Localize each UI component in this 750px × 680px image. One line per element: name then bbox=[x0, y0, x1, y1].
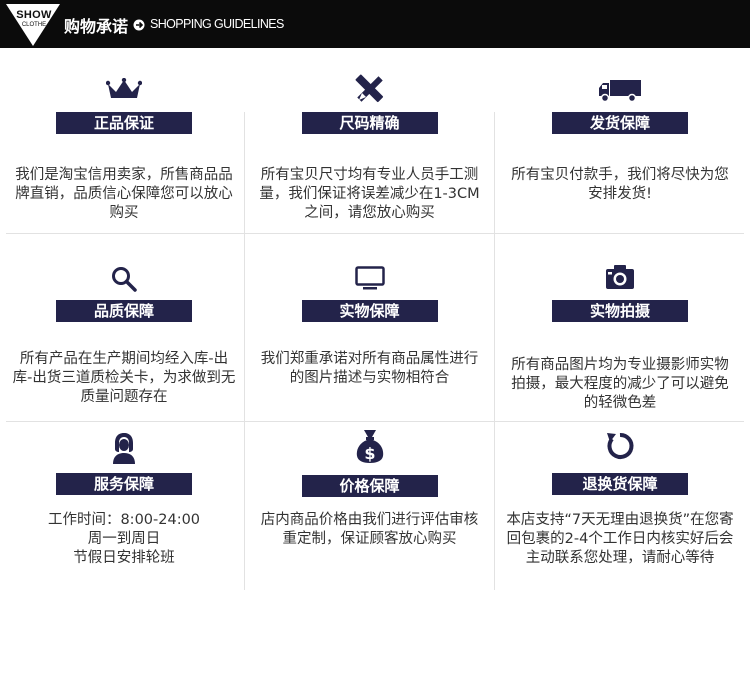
guideline-desc: 所有商品图片均为专业摄影师实物拍摄，最大程度的减少了可以避免的轻微色差 bbox=[511, 357, 729, 411]
crown-icon bbox=[106, 78, 142, 98]
monitor-icon bbox=[354, 266, 385, 290]
guideline-card: 实物拍摄 所有商品图片均为专业摄影师实物拍摄，最大程度的减少了可以避免的轻微色差 bbox=[495, 234, 745, 421]
guideline-label: 尺码精确 bbox=[301, 112, 438, 134]
guideline-label: 品质保障 bbox=[56, 300, 192, 322]
header-bar: SHOW CLOTHE 购物承诺 SHOPPING GUIDELINES bbox=[0, 0, 750, 48]
svg-text:$: $ bbox=[364, 444, 375, 463]
guideline-label: 正品保证 bbox=[56, 112, 192, 134]
guideline-desc: 我们是淘宝信用卖家，所售商品品牌直销，品质信心保障您可以放心购买 bbox=[15, 167, 233, 221]
guideline-label: 价格保障 bbox=[301, 475, 438, 497]
badge-show-text: SHOW bbox=[16, 9, 52, 21]
refresh-icon bbox=[607, 432, 634, 459]
guidelines-grid: 正品保证 我们是淘宝信用卖家，所售商品品牌直销，品质信心保障您可以放心购买 尺码… bbox=[0, 48, 750, 608]
guideline-desc: 店内商品价格由我们进行评估审核重定制，保证顾客放心购买 bbox=[260, 512, 479, 547]
ruler-pencil-icon bbox=[355, 74, 383, 103]
guideline-label: 发货保障 bbox=[552, 112, 688, 134]
guideline-desc: 所有产品在生产期间均经入库-出库-出货三道质检关卡，为求做到无质量问题存在 bbox=[12, 351, 236, 405]
truck-icon bbox=[599, 80, 641, 102]
guideline-card: 尺码精确 所有宝贝尺寸均有专业人员手工测量，我们保证将误差减少在1-3CM之间，… bbox=[245, 48, 494, 233]
guideline-desc: 所有宝贝尺寸均有专业人员手工测量，我们保证将误差减少在1-3CM之间，请您放心购… bbox=[259, 167, 480, 221]
search-icon bbox=[112, 267, 137, 292]
guideline-label: 退换货保障 bbox=[552, 473, 688, 495]
page-subtitle: SHOPPING GUIDELINES bbox=[150, 17, 284, 31]
guideline-label: 实物保障 bbox=[301, 300, 438, 322]
guideline-card: $ 价格保障 店内商品价格由我们进行评估审核重定制，保证顾客放心购买 bbox=[245, 422, 494, 588]
guideline-desc: 本店支持“7天无理由退换货”在您寄回包裹的2-4个工作日内核实好后会主动联系您处… bbox=[506, 512, 734, 566]
guideline-card: 正品保证 我们是淘宝信用卖家，所售商品品牌直销，品质信心保障您可以放心购买 bbox=[2, 48, 246, 233]
guideline-desc: 工作时间：8:00-24:00 周一到周日 节假日安排轮班 bbox=[47, 512, 201, 566]
chevron-circle-icon bbox=[133, 19, 145, 31]
guideline-label: 服务保障 bbox=[56, 473, 192, 495]
guideline-card: 品质保障 所有产品在生产期间均经入库-出库-出货三道质检关卡，为求做到无质量问题… bbox=[2, 234, 246, 421]
guideline-desc: 所有宝贝付款手，我们将尽快为您安排发货! bbox=[511, 167, 729, 202]
money-bag-icon: $ bbox=[356, 430, 383, 463]
guideline-label: 实物拍摄 bbox=[552, 300, 688, 322]
camera-icon bbox=[606, 265, 634, 289]
guideline-card: 实物保障 我们郑重承诺对所有商品属性进行的图片描述与实物相符合 bbox=[245, 234, 494, 421]
guideline-card: 发货保障 所有宝贝付款手，我们将尽快为您安排发货! bbox=[495, 48, 745, 233]
guideline-desc: 我们郑重承诺对所有商品属性进行的图片描述与实物相符合 bbox=[260, 351, 479, 386]
guideline-card: 退换货保障 本店支持“7天无理由退换货”在您寄回包裹的2-4个工作日内核实好后会… bbox=[495, 422, 745, 588]
badge-clothe-text: CLOTHE bbox=[21, 22, 47, 28]
customer-service-icon bbox=[113, 433, 135, 464]
guideline-card: 服务保障 工作时间：8:00-24:00 周一到周日 节假日安排轮班 bbox=[2, 422, 246, 588]
show-clothe-badge: SHOW CLOTHE bbox=[6, 4, 60, 46]
page-title: 购物承诺 bbox=[64, 17, 129, 36]
